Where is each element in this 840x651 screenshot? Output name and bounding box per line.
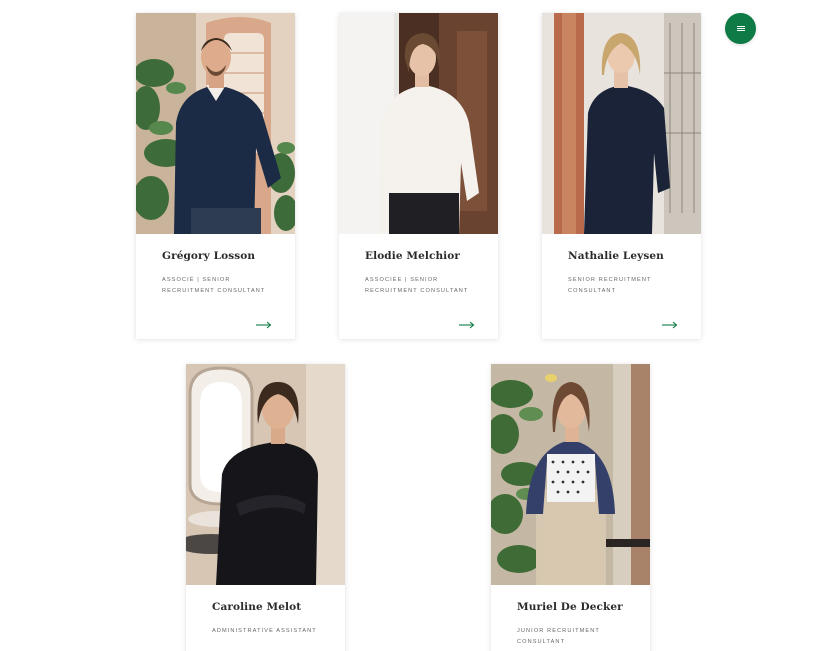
team-card-elodie-melchior[interactable]: Elodie Melchior Associée | Senior Recrui… — [339, 13, 498, 339]
arrow-right-icon[interactable] — [256, 321, 272, 329]
team-card-nathalie-leysen[interactable]: Nathalie Leysen Senior Recruitment Consu… — [542, 13, 701, 339]
member-name: Grégory Losson — [162, 250, 256, 262]
arrow-right-icon[interactable] — [662, 321, 678, 329]
portrait-photo[interactable] — [186, 364, 345, 585]
team-card-muriel-de-decker[interactable]: Muriel De Decker Junior Recruitment Cons… — [491, 364, 650, 651]
member-role-continued: Recruitment Consultant — [365, 288, 469, 294]
member-role-continued: Consultant — [517, 639, 566, 645]
menu-button[interactable] — [725, 13, 756, 44]
team-card-gregory-losson[interactable]: Grégory Losson Associé | Senior Recruitm… — [136, 13, 295, 339]
member-role: Associé | Senior — [162, 277, 231, 283]
member-name: Caroline Melot — [212, 601, 302, 613]
hamburger-menu-icon — [736, 25, 745, 32]
member-role: Senior Recruitment — [568, 277, 652, 283]
member-role: Administrative Assistant — [212, 628, 317, 634]
portrait-photo[interactable] — [339, 13, 498, 234]
member-name: Elodie Melchior — [365, 250, 461, 262]
member-role: Junior Recruitment — [517, 628, 600, 634]
portrait-photo[interactable] — [136, 13, 295, 234]
member-role-continued: Recruitment Consultant — [162, 288, 266, 294]
team-card-caroline-melot[interactable]: Caroline Melot Administrative Assistant — [186, 364, 345, 651]
member-role: Associée | Senior — [365, 277, 439, 283]
member-role-continued: Consultant — [568, 288, 617, 294]
portrait-photo[interactable] — [542, 13, 701, 234]
arrow-right-icon[interactable] — [459, 321, 475, 329]
member-name: Nathalie Leysen — [568, 250, 664, 262]
member-name: Muriel De Decker — [517, 601, 623, 613]
portrait-photo[interactable] — [491, 364, 650, 585]
